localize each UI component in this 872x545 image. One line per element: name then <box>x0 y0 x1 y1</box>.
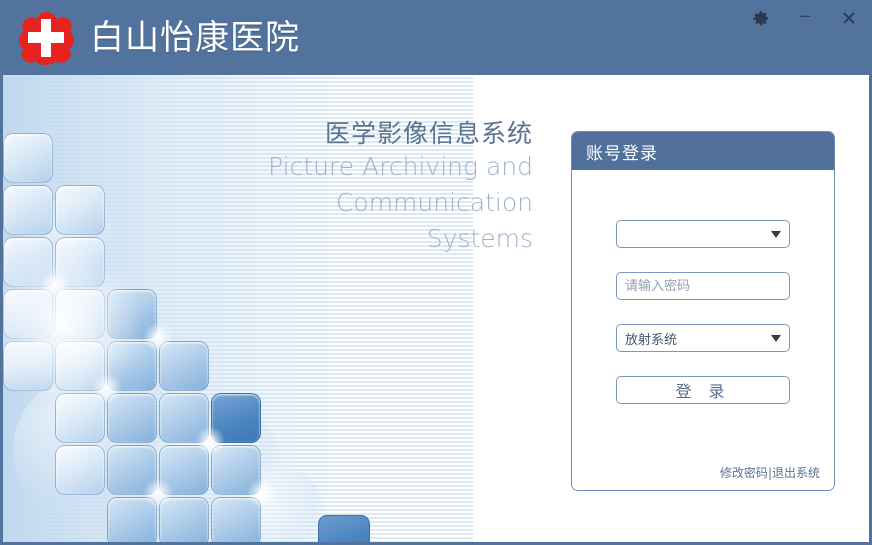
gear-icon[interactable] <box>748 6 774 32</box>
bubble-decor <box>13 375 163 525</box>
decor-square <box>107 341 157 391</box>
close-button[interactable]: ✕ <box>836 6 862 32</box>
sparkle-decor <box>245 476 279 510</box>
glow-decor <box>3 245 143 405</box>
decor-square <box>3 133 53 183</box>
bubble-decor <box>23 195 133 305</box>
exit-system-link[interactable]: 退出系统 <box>772 466 820 480</box>
app-title: 白山怡康医院 <box>90 19 300 57</box>
sparkle-decor <box>193 424 227 458</box>
decor-square <box>3 341 53 391</box>
sparkle-decor <box>141 476 175 510</box>
decor-square <box>3 289 53 339</box>
login-button[interactable]: 登 录 <box>616 376 790 404</box>
sparkle-decor <box>38 267 72 301</box>
bubble-decor <box>153 405 283 535</box>
sparkle-decor <box>90 371 124 405</box>
decor-square <box>159 393 209 443</box>
decor-square-accent <box>211 393 261 443</box>
decor-square <box>211 445 261 495</box>
title-bar: 白山怡康医院 – ✕ <box>3 0 869 75</box>
headline-english-line2: Communication <box>335 188 533 217</box>
decor-square <box>55 237 105 287</box>
headline-english-line3: Systems <box>426 224 533 253</box>
decor-square <box>107 497 157 542</box>
application-window: 白山怡康医院 – ✕ 医学影像信息系统 Picture Archiving an… <box>0 0 872 545</box>
login-panel-title: 账号登录 <box>572 132 834 170</box>
system-select[interactable]: 放射系统 <box>616 324 790 352</box>
decor-square <box>55 341 105 391</box>
login-panel: 账号登录 放射系统 登 录 修改密码|退出系统 <box>571 131 835 491</box>
decor-square <box>107 289 157 339</box>
window-controls: – ✕ <box>748 0 862 38</box>
decor-square <box>3 237 53 287</box>
medical-cross-logo <box>17 10 75 66</box>
decor-square <box>159 445 209 495</box>
headline-chinese: 医学影像信息系统 <box>324 119 533 148</box>
username-input[interactable] <box>616 220 790 248</box>
password-input[interactable] <box>616 272 790 300</box>
decor-square <box>159 497 209 542</box>
password-field-wrapper <box>616 272 790 300</box>
panel-links: 修改密码|退出系统 <box>720 464 820 481</box>
system-select-wrapper: 放射系统 <box>616 324 790 352</box>
change-password-link[interactable]: 修改密码 <box>720 466 768 480</box>
decor-square <box>55 289 105 339</box>
headline-block: 医学影像信息系统 Picture Archiving and Communica… <box>183 118 533 257</box>
decor-square <box>3 185 53 235</box>
decor-square <box>107 445 157 495</box>
headline-english-line1: Picture Archiving and <box>268 152 533 181</box>
decor-square <box>211 497 261 542</box>
decor-square <box>55 393 105 443</box>
login-panel-body: 放射系统 登 录 修改密码|退出系统 <box>572 170 834 490</box>
decor-square-bottom-accent <box>318 515 370 542</box>
minimize-button[interactable]: – <box>792 2 818 36</box>
decor-square <box>159 341 209 391</box>
decor-square <box>55 445 105 495</box>
username-field-wrapper <box>616 220 790 248</box>
decor-square <box>107 393 157 443</box>
bubble-decor <box>218 465 328 542</box>
sparkle-decor <box>141 320 175 354</box>
decor-square <box>55 185 105 235</box>
